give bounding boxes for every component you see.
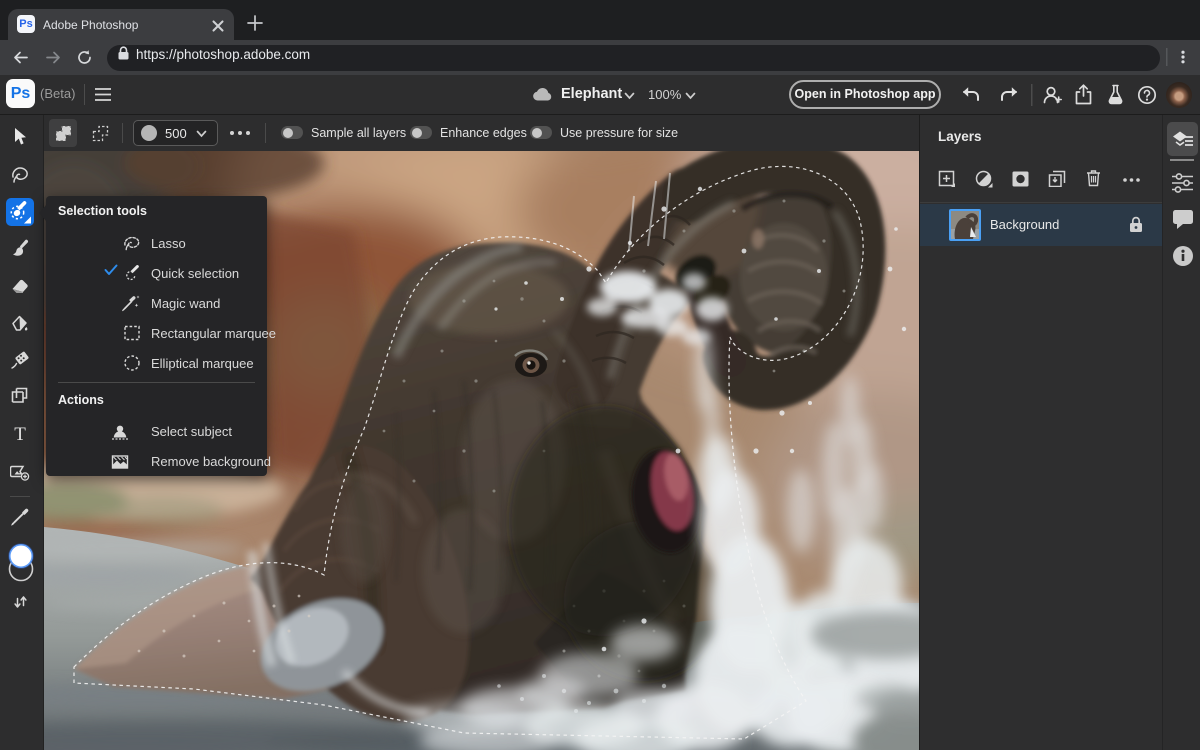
svg-text:T: T [14, 424, 26, 444]
